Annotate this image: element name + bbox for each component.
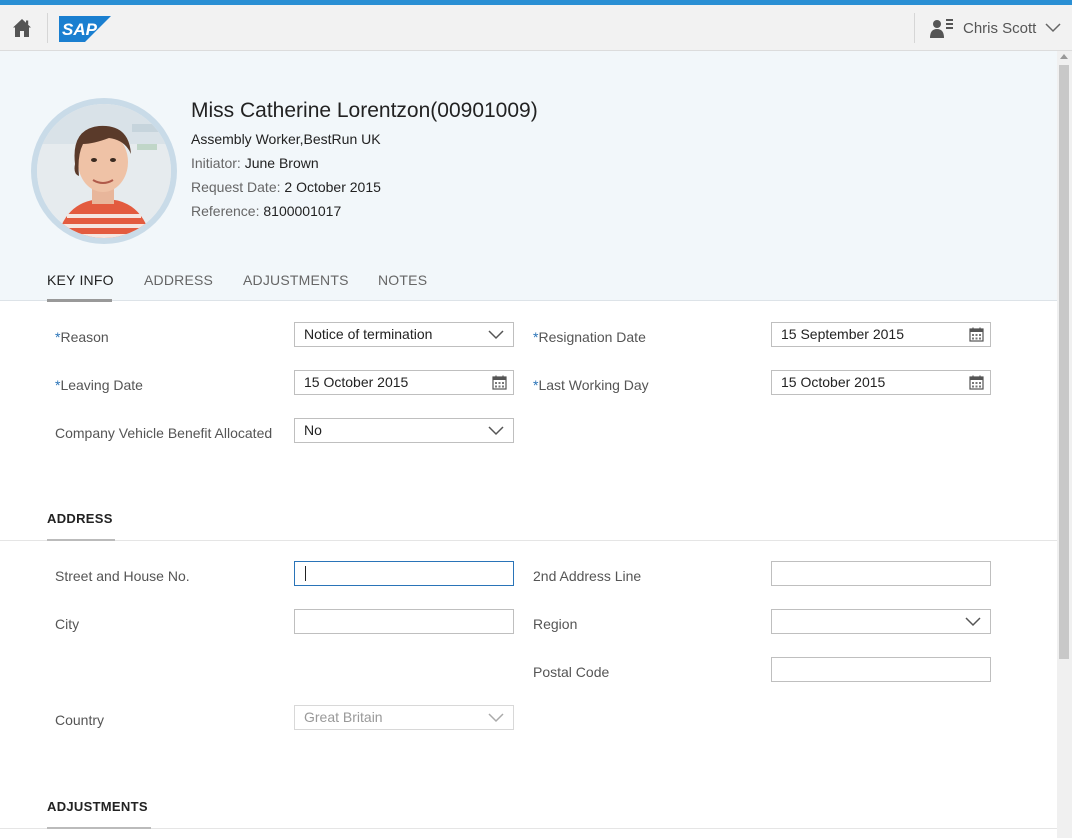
reference-value: 8100001017 xyxy=(263,203,342,219)
tab-address[interactable]: ADDRESS xyxy=(144,272,213,288)
country-label: Country xyxy=(55,712,105,728)
vehicle-benefit-label: Company Vehicle Benefit Allocated xyxy=(55,425,273,441)
section-divider xyxy=(0,828,1057,829)
svg-text:SAP: SAP xyxy=(62,20,98,39)
resignation-date-label: *Resignation Date xyxy=(533,329,646,345)
adjustments-section-title: ADJUSTMENTS xyxy=(47,799,148,814)
section-underline xyxy=(47,827,151,829)
avatar xyxy=(31,98,177,244)
city-input[interactable] xyxy=(294,609,514,634)
employee-position: Assembly Worker,BestRun UK xyxy=(191,131,381,147)
region-select[interactable] xyxy=(771,609,991,634)
postal-code-input[interactable] xyxy=(771,657,991,682)
user-menu[interactable]: Chris Scott xyxy=(930,5,1061,51)
scroll-thumb[interactable] xyxy=(1059,65,1069,659)
address-line2-label: 2nd Address Line xyxy=(533,568,642,584)
vehicle-benefit-select[interactable]: No xyxy=(294,418,514,443)
employee-photo xyxy=(37,104,171,238)
tab-bar: KEY INFO ADDRESS ADJUSTMENTS NOTES xyxy=(0,262,1057,302)
scroll-up-arrow[interactable] xyxy=(1060,54,1068,59)
form-content: *Reason Notice of termination *Resignati… xyxy=(0,302,1057,838)
address-section-title: ADDRESS xyxy=(47,511,113,526)
vehicle-benefit-value: No xyxy=(304,422,322,438)
section-underline xyxy=(47,539,115,541)
resignation-date-value: 15 September 2015 xyxy=(781,326,904,342)
country-value: Great Britain xyxy=(304,709,383,725)
request-date-value: 2 October 2015 xyxy=(284,179,381,195)
country-select: Great Britain xyxy=(294,705,514,730)
reason-select[interactable]: Notice of termination xyxy=(294,322,514,347)
shell-separator xyxy=(47,13,48,43)
vertical-scrollbar[interactable] xyxy=(1057,51,1072,838)
leaving-date-value: 15 October 2015 xyxy=(304,374,409,390)
calendar-icon[interactable] xyxy=(492,375,507,390)
tab-notes[interactable]: NOTES xyxy=(378,272,427,288)
shell-separator xyxy=(914,13,915,43)
user-name: Chris Scott xyxy=(963,19,1037,37)
request-date-label: Request Date: xyxy=(191,179,281,195)
postal-code-label: Postal Code xyxy=(533,664,610,680)
shell-bar: SAP Chris Scott xyxy=(0,5,1072,51)
chevron-down-icon xyxy=(488,713,504,723)
initiator-row: Initiator: June Brown xyxy=(191,155,319,171)
home-button[interactable] xyxy=(0,5,44,51)
section-divider xyxy=(0,540,1057,541)
initiator-label: Initiator: xyxy=(191,155,241,171)
last-working-day-value: 15 October 2015 xyxy=(781,374,886,390)
chevron-down-icon xyxy=(488,330,504,340)
calendar-icon[interactable] xyxy=(969,327,984,342)
initiator-value: June Brown xyxy=(244,155,319,171)
street-label: Street and House No. xyxy=(55,568,190,584)
reason-value: Notice of termination xyxy=(304,326,433,342)
last-working-day-label: *Last Working Day xyxy=(533,377,649,393)
request-date-row: Request Date: 2 October 2015 xyxy=(191,179,381,195)
leaving-date-label: *Leaving Date xyxy=(55,377,143,393)
chevron-down-icon xyxy=(965,617,981,627)
reference-label: Reference: xyxy=(191,203,260,219)
leaving-date-field[interactable]: 15 October 2015 xyxy=(294,370,514,395)
user-icon xyxy=(930,19,953,38)
reference-row: Reference: 8100001017 xyxy=(191,203,341,219)
employee-name: Miss Catherine Lorentzon(00901009) xyxy=(191,99,538,122)
tab-key-info[interactable]: KEY INFO xyxy=(47,272,114,288)
chevron-down-icon xyxy=(488,426,504,436)
calendar-icon[interactable] xyxy=(969,375,984,390)
region-label: Region xyxy=(533,616,578,632)
last-working-day-field[interactable]: 15 October 2015 xyxy=(771,370,991,395)
resignation-date-field[interactable]: 15 September 2015 xyxy=(771,322,991,347)
text-cursor xyxy=(305,566,306,581)
sap-logo[interactable]: SAP xyxy=(59,16,111,47)
reason-label: *Reason xyxy=(55,329,109,345)
chevron-down-icon xyxy=(1045,23,1061,33)
street-input[interactable] xyxy=(294,561,514,586)
tab-adjustments[interactable]: ADJUSTMENTS xyxy=(243,272,349,288)
address-line2-input[interactable] xyxy=(771,561,991,586)
city-label: City xyxy=(55,616,80,632)
home-icon xyxy=(13,19,31,37)
